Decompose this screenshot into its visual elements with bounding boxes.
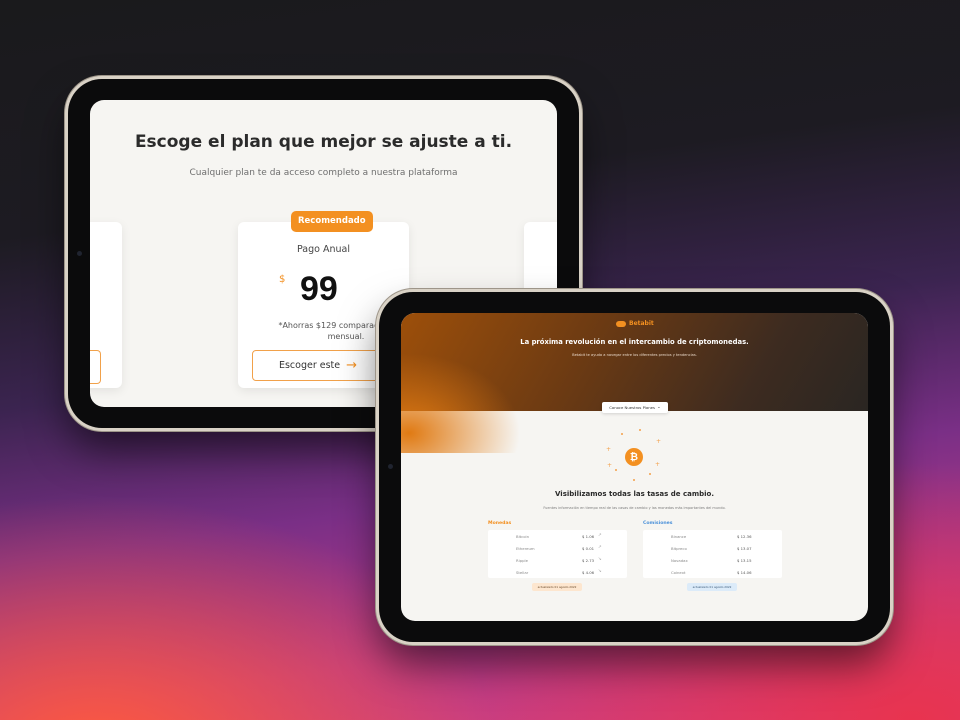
- logo[interactable]: Betabit: [616, 320, 654, 327]
- trend-icon: ↘: [598, 569, 602, 574]
- table-row: Bitcoin $ 1.06 ↗: [488, 530, 627, 542]
- table-row: Ethereum $ 0.01 ↗: [488, 542, 627, 554]
- exchange-fee: $ 13.07: [737, 546, 752, 551]
- table-row: Binance $ 12.36: [643, 530, 782, 542]
- coin-name: Bitcoin: [516, 534, 530, 539]
- bitcoin-icon: ₿: [625, 448, 643, 466]
- coin-value: $ 1.06: [582, 534, 595, 539]
- exchange-fee: $ 12.36: [737, 534, 752, 539]
- monedas-label: Monedas: [488, 521, 512, 526]
- table-row: Bitpreco $ 13.07: [643, 542, 782, 554]
- comisiones-updated-badge: actualizado 01 agosto 2022: [687, 583, 737, 591]
- coin-value: $ 0.01: [582, 546, 595, 551]
- table-row: Coinext $ 14.06: [643, 566, 782, 578]
- hero-title: La próxima revolución en el intercambio …: [520, 338, 749, 346]
- coin-value: $ 4.06: [582, 570, 595, 575]
- tablet-landing: Betabit La próxima revolución en el inte…: [379, 292, 890, 642]
- pricing-subtitle: Cualquier plan te da acceso completo a n…: [189, 168, 458, 178]
- table-row: Ripple $ 2.73 ↘: [488, 554, 627, 566]
- logo-text: Betabit: [629, 320, 654, 327]
- pricing-title: Escoge el plan que mejor se ajuste a ti.: [134, 132, 513, 152]
- decor-dot: [649, 473, 651, 475]
- hero-subtitle: Betabit te ayuda a navegar entre los dif…: [572, 353, 697, 357]
- comisiones-table: Binance $ 12.36 Bitpreco $ 13.07 Novadax…: [643, 530, 782, 578]
- monedas-table: Bitcoin $ 1.06 ↗ Ethereum $ 0.01 ↗ Rippl…: [488, 530, 627, 578]
- plan-price: 99: [300, 270, 338, 308]
- decor-dot: [615, 469, 617, 471]
- currency-symbol: $: [279, 274, 286, 285]
- choose-plan-label: Escoger este: [278, 360, 341, 371]
- sparkle-icon: +: [607, 462, 613, 469]
- coin-name: Ethereum: [516, 546, 535, 551]
- table-row: Novadax $ 13.15: [643, 554, 782, 566]
- decor-dot: [621, 433, 623, 435]
- decor-dot: [633, 479, 635, 481]
- plan-card-left: [90, 222, 122, 388]
- plan-card-left-button[interactable]: [90, 350, 101, 384]
- chevron-down-icon: ⌄: [656, 405, 661, 410]
- trend-icon: ↗: [598, 533, 602, 538]
- exchange-name: Coinext: [671, 570, 686, 575]
- plan-name: Pago Anual: [297, 244, 350, 255]
- logo-mark-icon: [616, 320, 626, 327]
- coin-name: Stellar: [516, 570, 529, 575]
- choose-plan-button[interactable]: Escoger este →: [252, 350, 384, 381]
- exchange-name: Binance: [671, 534, 687, 539]
- camera: [77, 251, 82, 256]
- exchange-name: Bitpreco: [671, 546, 687, 551]
- plans-dropdown-button[interactable]: Conoce Nuestros Planes ⌄: [602, 402, 668, 413]
- exchange-fee: $ 14.06: [737, 570, 752, 575]
- exchange-fee: $ 13.15: [737, 558, 752, 563]
- plans-button-label: Conoce Nuestros Planes: [609, 405, 655, 410]
- rates-title: Visibilizamos todas las tasas de cambio.: [555, 490, 714, 498]
- decor-dot: [639, 429, 641, 431]
- camera: [388, 464, 393, 469]
- comisiones-label: Comisiones: [643, 521, 673, 526]
- sparkle-icon: +: [606, 446, 612, 453]
- sparkle-icon: +: [655, 461, 661, 468]
- recommended-badge: Recomendado: [291, 211, 373, 232]
- landing-screen: Betabit La próxima revolución en el inte…: [401, 313, 868, 621]
- rates-subtitle: Fuentes información en tiempo real de la…: [543, 506, 726, 510]
- coin-name: Ripple: [516, 558, 528, 563]
- trend-icon: ↘: [598, 557, 602, 562]
- sparkle-icon: +: [656, 438, 662, 445]
- arrow-right-icon: →: [346, 358, 358, 373]
- exchange-name: Novadax: [671, 558, 688, 563]
- trend-icon: ↗: [598, 545, 602, 550]
- hero-banner: Betabit La próxima revolución en el inte…: [401, 313, 868, 453]
- table-row: Stellar $ 4.06 ↘: [488, 566, 627, 578]
- coin-value: $ 2.73: [582, 558, 595, 563]
- monedas-updated-badge: actualizado 01 agosto 2022: [532, 583, 582, 591]
